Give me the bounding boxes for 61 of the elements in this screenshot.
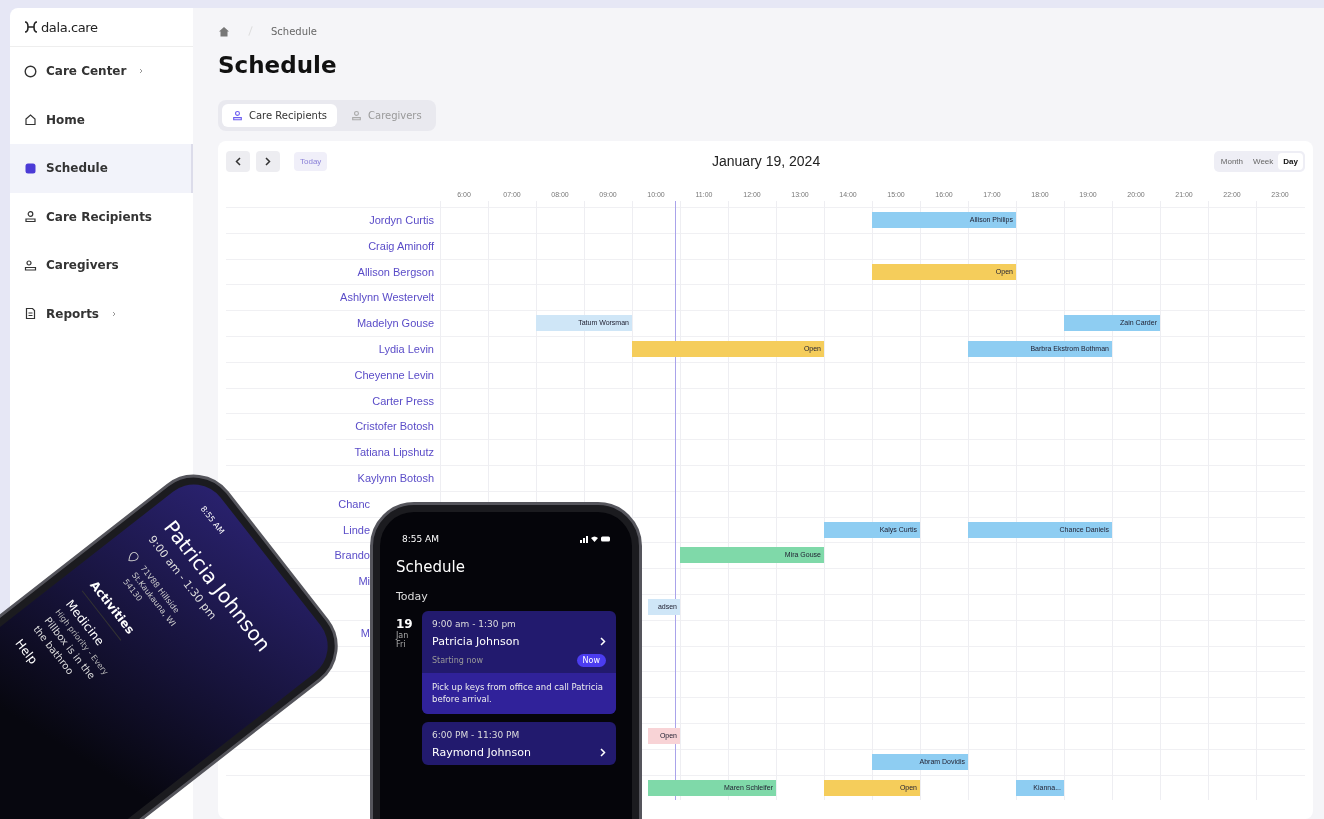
chevron-right-icon bbox=[600, 637, 606, 646]
people-icon bbox=[24, 258, 37, 272]
care-recipient-name[interactable]: Linde bbox=[343, 523, 370, 536]
nav-item[interactable]: Schedule bbox=[10, 144, 193, 193]
care-recipient-name[interactable]: Chanc bbox=[338, 497, 370, 510]
shift-recipient: Raymond Johnson bbox=[432, 745, 531, 759]
shift-note: Pick up keys from office and call Patricia before arrival. bbox=[422, 673, 616, 714]
chevron-right-icon bbox=[600, 747, 606, 757]
shift-time: 6:00 PM - 11:30 PM bbox=[432, 729, 521, 740]
previous-button[interactable] bbox=[226, 150, 250, 172]
screen-title: Schedule bbox=[396, 558, 466, 576]
shift-time: 9:00 am - 1:30 pm bbox=[432, 619, 517, 629]
care-recipient-name[interactable]: Ashlynn Westervelt bbox=[340, 291, 434, 304]
home-icon bbox=[24, 113, 37, 127]
status-time: 8:55 AM bbox=[402, 534, 439, 544]
nav-item[interactable]: Home bbox=[10, 95, 193, 144]
person-icon bbox=[232, 110, 243, 121]
date-number: 19 bbox=[396, 617, 414, 631]
care-recipient-name[interactable]: M bbox=[360, 626, 370, 639]
care-recipient-name[interactable]: Mi bbox=[358, 575, 370, 588]
weekday-label: Fri bbox=[396, 640, 406, 649]
breadcrumb-item[interactable]: Schedule bbox=[271, 25, 317, 37]
document-icon bbox=[24, 307, 37, 321]
care-recipient-name[interactable]: Cheyenne Levin bbox=[354, 368, 434, 381]
nav-item[interactable]: Care Center bbox=[10, 47, 193, 96]
nav-item[interactable]: Reports bbox=[10, 289, 193, 338]
calendar-date: January 19, 2024 bbox=[711, 153, 822, 169]
view-option[interactable]: Day bbox=[1278, 152, 1303, 170]
tab[interactable]: Care Recipients bbox=[222, 104, 337, 127]
care-recipient-name[interactable]: Allison Bergson bbox=[357, 265, 434, 278]
nav-item[interactable]: Caregivers bbox=[10, 241, 193, 290]
care-recipient-name[interactable]: Brando bbox=[334, 549, 370, 562]
view-option[interactable]: Month bbox=[1215, 152, 1248, 170]
chevron-right-icon bbox=[265, 156, 271, 166]
shift-card[interactable]: 9:00 am - 1:30 pm Patricia Johnson Starting now Now Pick up keys from office and call Patricia before arrival. bbox=[422, 611, 616, 714]
now-badge: Now bbox=[576, 654, 606, 667]
view-option[interactable]: Week bbox=[1248, 152, 1279, 170]
shift-status: Starting now bbox=[432, 656, 483, 665]
day-heading: Today bbox=[396, 590, 429, 603]
nav-item[interactable]: Care Recipients bbox=[10, 192, 193, 241]
care-recipient-name[interactable]: Madelyn Gouse bbox=[356, 317, 434, 330]
care-recipient-name[interactable]: Carter Press bbox=[372, 394, 434, 407]
shift-recipient: Patricia Johnson bbox=[432, 635, 520, 648]
people-icon bbox=[351, 110, 362, 121]
status-icons-icon bbox=[580, 535, 610, 543]
next-button[interactable] bbox=[256, 150, 280, 172]
care-recipient-name[interactable]: Craig Aminoff bbox=[368, 239, 434, 252]
care-recipient-name[interactable]: Kaylynn Botosh bbox=[357, 471, 434, 484]
logo-icon bbox=[24, 21, 38, 33]
care-recipient-name[interactable]: Lydia Levin bbox=[378, 343, 434, 355]
month-label: Jan bbox=[396, 631, 410, 640]
home-icon[interactable] bbox=[218, 25, 230, 37]
chevron-left-icon bbox=[235, 156, 241, 166]
person-icon bbox=[24, 210, 37, 224]
shift-card[interactable]: 6:00 PM - 11:30 PM Raymond Johnson bbox=[422, 721, 616, 765]
page-title: Schedule bbox=[218, 52, 338, 80]
care-recipient-name[interactable]: Cristofer Botosh bbox=[355, 420, 434, 433]
logo-text: dala.care bbox=[41, 19, 98, 35]
circle-icon bbox=[24, 64, 37, 78]
care-recipient-name[interactable]: Jordyn Curtis bbox=[369, 214, 434, 226]
care-recipient-name[interactable]: Tatiana Lipshutz bbox=[354, 446, 434, 459]
